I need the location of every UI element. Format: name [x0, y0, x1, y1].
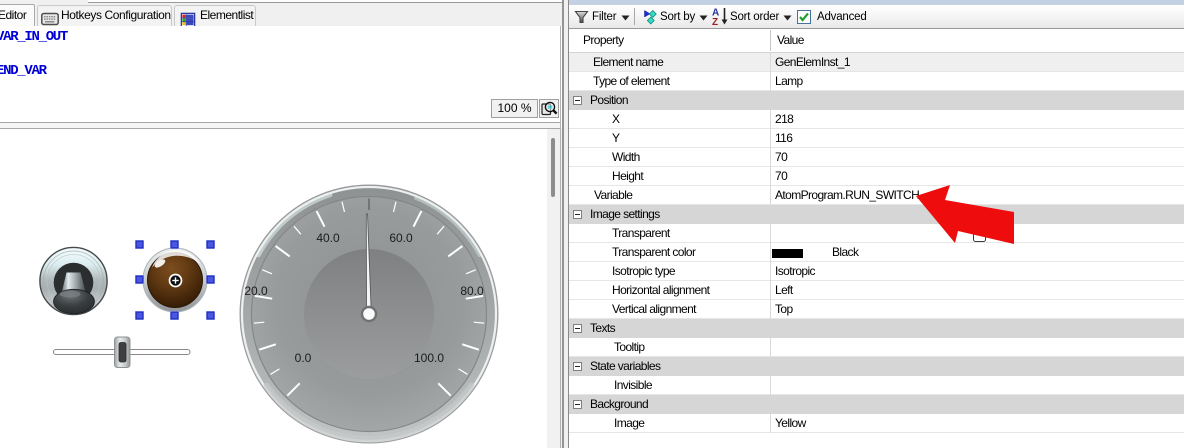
- svg-text:Z: Z: [712, 17, 718, 27]
- svg-text:60.0: 60.0: [389, 231, 413, 245]
- svg-text:0.0: 0.0: [295, 351, 312, 365]
- svg-text:80.0: 80.0: [460, 284, 484, 298]
- svg-text:40.0: 40.0: [316, 231, 340, 245]
- svg-text:20.0: 20.0: [244, 284, 268, 298]
- svg-text:100.0: 100.0: [414, 351, 444, 365]
